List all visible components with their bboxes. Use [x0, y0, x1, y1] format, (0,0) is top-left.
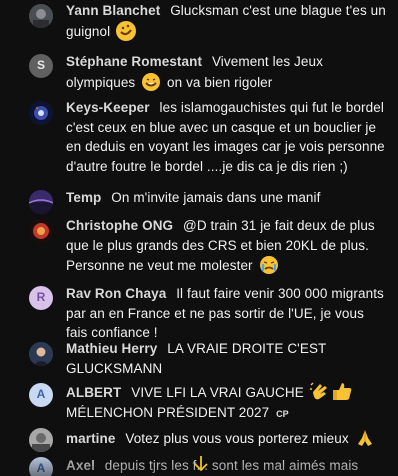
author-name[interactable]: Keys-Keeper: [66, 100, 150, 115]
folded-hands-emoji: [355, 428, 375, 448]
author-name[interactable]: Temp: [66, 190, 101, 205]
avatar[interactable]: A: [29, 457, 53, 476]
avatar[interactable]: [29, 101, 53, 125]
avatar[interactable]: A: [29, 383, 53, 407]
chat-message[interactable]: R Rav Ron Chaya Il faut faire venir 300 …: [0, 284, 398, 343]
author-name[interactable]: martine: [66, 431, 115, 446]
chat-message[interactable]: Temp On m'invite jamais dans une manif: [0, 188, 398, 214]
message-text: Votez plus vous vous porterez mieux: [125, 431, 349, 446]
author-name[interactable]: ALBERT: [66, 385, 121, 400]
author-name[interactable]: Rav Ron Chaya: [66, 286, 166, 301]
author-name[interactable]: Yann Blanchet: [66, 3, 160, 18]
message-text-continued: on va bien rigoler: [167, 74, 273, 90]
avatar[interactable]: [29, 190, 53, 214]
chat-message[interactable]: Christophe ONG @D train 31 je fait deux …: [0, 216, 398, 276]
author-name[interactable]: Mathieu Herry: [66, 341, 157, 356]
chat-message[interactable]: martine Votez plus vous vous porterez mi…: [0, 428, 398, 452]
message-text-continued: MÉLENCHON PRÉSIDENT 2027: [66, 404, 270, 420]
chat-message[interactable]: Yann Blanchet Glucksman c'est une blague…: [0, 1, 398, 41]
live-chat-list: Yann Blanchet Glucksman c'est une blague…: [0, 0, 398, 476]
message-text: VIVE LFI LA VRAI GAUCHE: [131, 385, 304, 400]
rofl-emoji: [116, 20, 137, 41]
message-text: depuis tjrs les f... sont les mal aimés …: [104, 458, 359, 473]
badge: CP: [276, 408, 289, 419]
avatar[interactable]: [29, 428, 53, 452]
grin-emoji: [141, 72, 161, 92]
arrow-down-icon[interactable]: [192, 455, 210, 473]
chat-message[interactable]: S Stéphane Romestant Vivement les Jeux o…: [0, 52, 398, 92]
avatar[interactable]: [29, 342, 53, 366]
chat-message[interactable]: Keys-Keeper les islamogauchistes qui fut…: [0, 98, 398, 176]
crying-emoji: [259, 255, 279, 275]
chat-message[interactable]: Mathieu Herry LA VRAIE DROITE C'EST GLUC…: [0, 339, 398, 378]
avatar[interactable]: S: [29, 54, 53, 78]
avatar[interactable]: [29, 4, 53, 28]
clap-thumbs-emoji: [309, 380, 356, 400]
author-name[interactable]: Christophe ONG: [66, 218, 173, 233]
avatar[interactable]: R: [29, 286, 53, 310]
author-name[interactable]: Axel: [66, 458, 95, 473]
author-name[interactable]: Stéphane Romestant: [66, 54, 202, 69]
avatar[interactable]: [29, 219, 53, 243]
message-text: On m'invite jamais dans une manif: [111, 190, 321, 205]
chat-message[interactable]: A ALBERT VIVE LFI LA VRAI GAUCHE MÉLENCH…: [0, 380, 398, 424]
